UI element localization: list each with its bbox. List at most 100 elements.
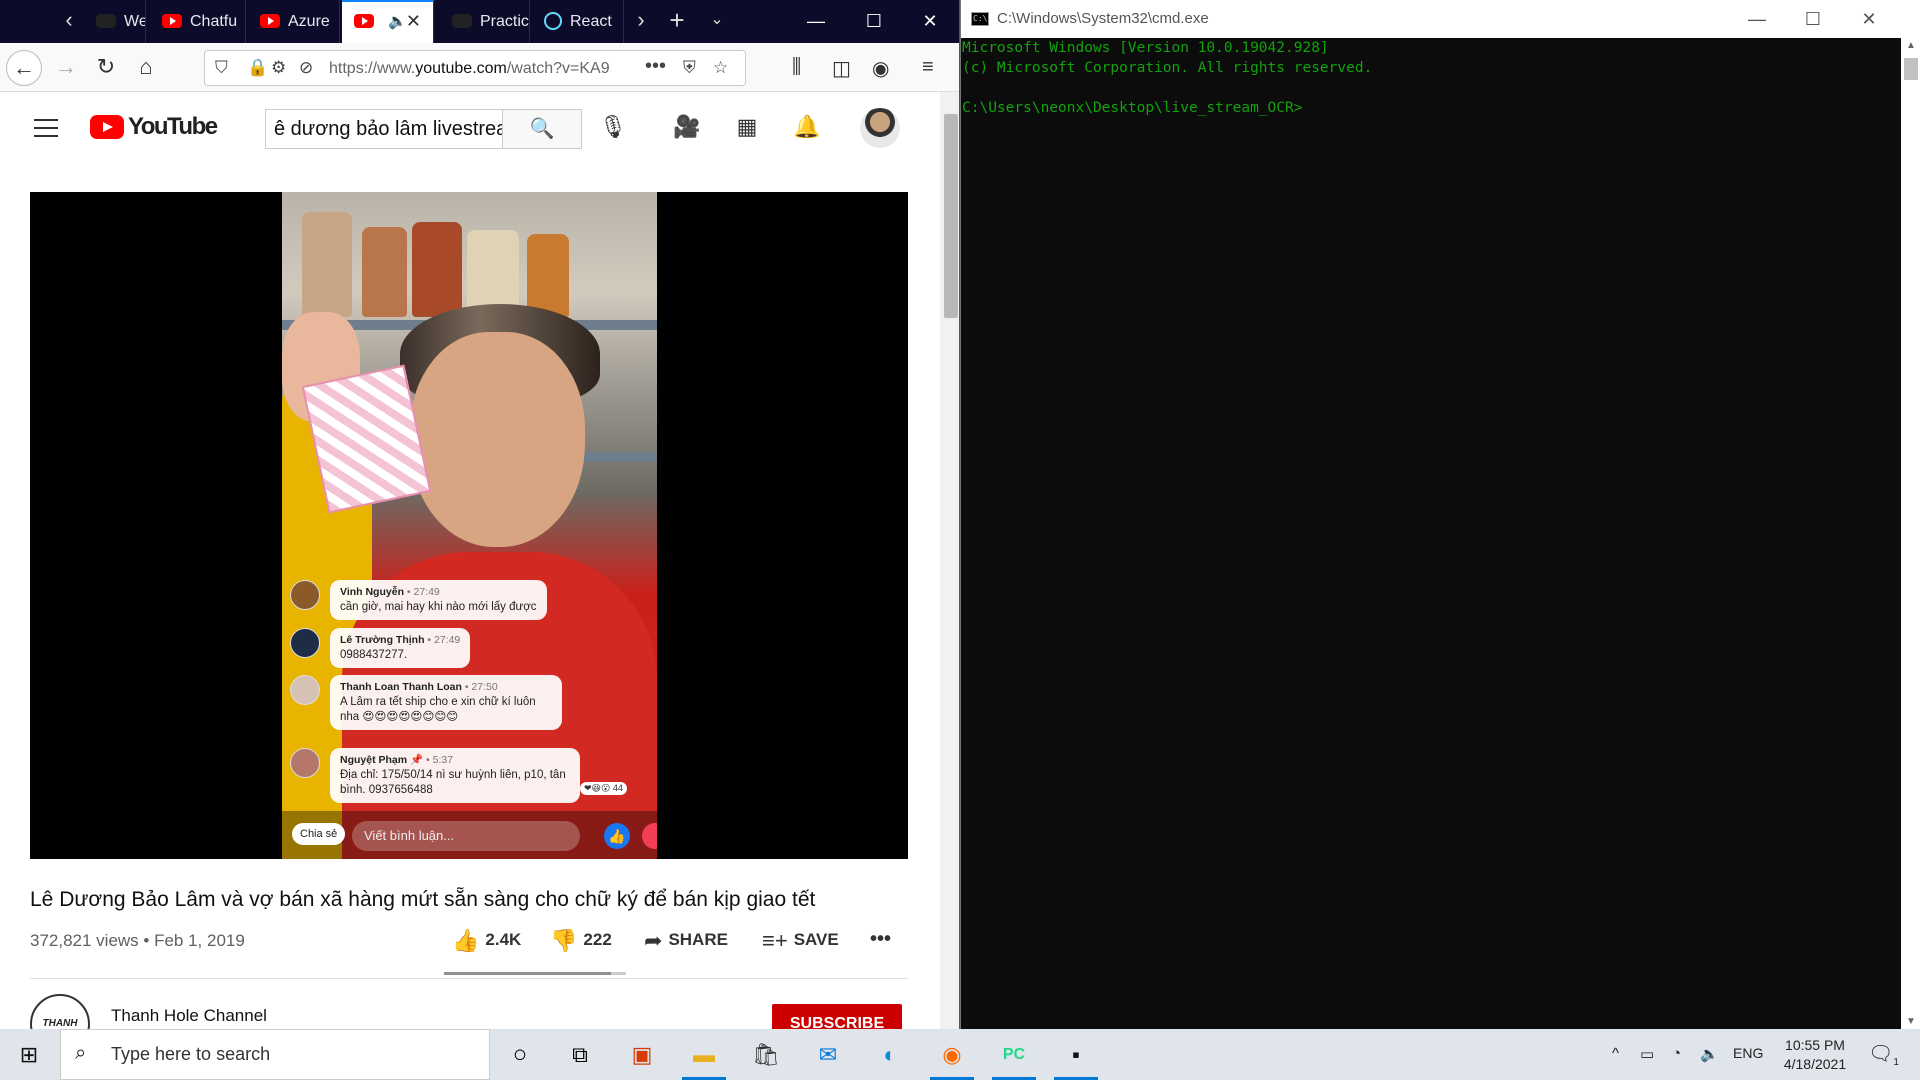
scroll-up-icon[interactable]: ▲ [1904, 40, 1918, 51]
home-button[interactable]: ⌂ [128, 50, 164, 86]
back-button[interactable]: ← [6, 50, 42, 86]
search-input[interactable]: ê dương bảo lâm livestrea [265, 109, 502, 149]
taskbar: ⊞ ⌕ Type here to search ○ ⧉ ▣ ▬ 🛍 ✉ ◐ ◉ … [0, 1029, 1920, 1080]
channel-avatar[interactable]: THANH HOLE [30, 994, 90, 1029]
bookmark-star-icon[interactable]: ☆ [713, 58, 728, 78]
scroll-tabs-left-icon[interactable]: ‹ [54, 0, 84, 43]
notifications-bell-icon[interactable]: 🔔 [792, 114, 822, 140]
more-actions-icon[interactable]: ••• [870, 928, 891, 951]
url-text[interactable]: https://www.youtube.com/watch?v=KA9 [329, 60, 627, 78]
minimize-icon[interactable]: — [788, 0, 844, 43]
show-hidden-icons-icon[interactable]: ^ [1612, 1045, 1619, 1062]
channel-name[interactable]: Thanh Hole Channel [111, 1006, 267, 1026]
scrollbar-thumb[interactable] [944, 114, 958, 318]
thumbs-up-icon: 👍 [452, 928, 480, 953]
forward-button[interactable]: → [48, 50, 84, 86]
tab-react[interactable]: React [532, 0, 624, 43]
cmd-taskbar-icon[interactable]: ▪ [1048, 1029, 1104, 1080]
language-indicator[interactable]: ENG [1733, 1045, 1763, 1061]
scroll-tabs-right-icon[interactable]: › [626, 0, 656, 43]
console-line: (c) Microsoft Corporation. All rights re… [962, 60, 1373, 76]
generic-page-icon [452, 13, 472, 28]
store-icon[interactable]: 🛍 [738, 1029, 794, 1080]
network-icon[interactable]: ◔ [1672, 1045, 1681, 1062]
page-actions-icon[interactable]: ••• [645, 55, 666, 78]
search-icon: 🔍 [529, 118, 555, 140]
share-button[interactable]: ➦ SHARE [644, 928, 728, 954]
close-tab-icon[interactable]: ✕ [406, 2, 421, 41]
office-icon[interactable]: ▣ [614, 1029, 670, 1080]
pycharm-icon[interactable]: PC [986, 1029, 1042, 1080]
console-output[interactable]: Microsoft Windows [Version 10.0.19042.92… [961, 38, 1901, 1029]
taskbar-search-box[interactable]: ⌕ Type here to search [60, 1029, 490, 1080]
maximize-icon[interactable]: ☐ [1785, 0, 1841, 38]
mail-icon[interactable]: ✉ [800, 1029, 856, 1080]
speaker-icon[interactable]: 🔈 [388, 13, 407, 30]
commenter-avatar [290, 675, 320, 705]
minimize-icon[interactable]: — [1729, 0, 1785, 38]
close-window-icon[interactable]: ✕ [902, 0, 958, 43]
task-view-icon[interactable]: ⧉ [552, 1029, 608, 1080]
microphone-icon[interactable]: 🎙 [598, 114, 628, 140]
notifications-icon[interactable]: 🗨1 [1868, 1041, 1899, 1068]
search-icon: ⌕ [75, 1042, 87, 1064]
cmd-app-icon[interactable]: C:\ [971, 12, 989, 26]
tab-webvi[interactable]: Webvi [84, 0, 146, 43]
cmd-scrollbar[interactable]: ▲ ▼ [1901, 38, 1920, 1029]
permissions-icon[interactable]: ⚙ [271, 58, 286, 78]
tab-youtube-active[interactable]: 🔈 ✕ [342, 0, 434, 43]
menu-icon[interactable]: ≡ [922, 56, 934, 79]
account-icon[interactable]: ◉ [872, 56, 889, 81]
youtube-favicon-icon [260, 13, 280, 28]
cmd-title-bar[interactable]: C:\ C:\Windows\System32\cmd.exe — ☐ ✕ [961, 0, 1920, 38]
tab-azure[interactable]: Azure [248, 0, 340, 43]
url-bar[interactable]: ⛉ 🔒 ⚙ ⊘ https://www.youtube.com/watch?v=… [204, 50, 746, 86]
battery-icon[interactable]: ▭ [1640, 1045, 1654, 1063]
autoplay-blocked-icon[interactable]: ⊘ [299, 58, 313, 78]
youtube-play-logo-icon [90, 115, 124, 139]
firefox-icon[interactable]: ◉ [924, 1029, 980, 1080]
save-button[interactable]: ≡+ SAVE [762, 928, 839, 954]
avatar[interactable] [860, 108, 900, 148]
apps-grid-icon[interactable]: ▦ [732, 114, 762, 140]
search-button[interactable]: 🔍 [502, 109, 582, 149]
dislike-button[interactable]: 👎 222 [550, 928, 612, 954]
hamburger-menu-icon[interactable] [34, 119, 58, 137]
cmd-window-title: C:\Windows\System32\cmd.exe [997, 10, 1209, 27]
library-icon[interactable]: ⫼ [792, 56, 801, 79]
tracking-shield-icon[interactable]: ⛉ [215, 58, 228, 78]
video-player[interactable]: Vinh Nguyễn • 27:49 cần giờ, mai hay khi… [30, 192, 908, 859]
views-and-date: 372,821 views • Feb 1, 2019 [30, 931, 245, 950]
close-window-icon[interactable]: ✕ [1841, 0, 1897, 38]
generic-page-icon [96, 13, 116, 28]
lock-icon[interactable]: 🔒 [247, 58, 268, 78]
youtube-page: YouTube ê dương bảo lâm livestrea 🔍 🎙 🎥 … [0, 92, 940, 1029]
system-clock[interactable]: 10:55 PM 4/18/2021 [1776, 1036, 1854, 1074]
react-favicon-icon [544, 11, 562, 30]
tab-practic[interactable]: Practic [440, 0, 530, 43]
navigation-toolbar: ← → ↻ ⌂ ⛉ 🔒 ⚙ ⊘ https://www.youtube.com/… [0, 43, 959, 92]
commenter-avatar [290, 748, 320, 778]
scroll-down-icon[interactable]: ▼ [1904, 1016, 1918, 1027]
pocket-icon[interactable]: ⛨ [683, 58, 696, 78]
file-explorer-icon[interactable]: ▬ [676, 1029, 732, 1080]
like-dislike-ratio-bar [444, 972, 626, 975]
subscribe-button[interactable]: SUBSCRIBE [772, 1004, 902, 1029]
scrollbar-thumb[interactable] [1904, 58, 1918, 80]
volume-icon[interactable]: 🔈 [1700, 1045, 1719, 1063]
windows-start-icon[interactable]: ⊞ [0, 1029, 58, 1080]
edge-icon[interactable]: ◐ [862, 1029, 918, 1080]
maximize-icon[interactable]: ☐ [846, 0, 902, 43]
commenter-avatar [290, 580, 320, 610]
new-tab-icon[interactable]: + [662, 0, 692, 43]
reload-button[interactable]: ↻ [88, 50, 124, 86]
create-video-icon[interactable]: 🎥 [672, 114, 702, 140]
sidebar-icon[interactable]: ◫ [832, 56, 851, 81]
fb-share-button: Chia sẻ [292, 823, 346, 845]
like-button[interactable]: 👍 2.4K [452, 928, 521, 954]
page-scrollbar[interactable] [940, 92, 959, 1029]
cortana-icon[interactable]: ○ [492, 1029, 548, 1080]
list-all-tabs-icon[interactable]: ⌄ [702, 0, 732, 43]
video-title: Lê Dương Bảo Lâm và vợ bán xã hàng mứt s… [30, 888, 816, 911]
tab-chatfu[interactable]: Chatfu [150, 0, 246, 43]
